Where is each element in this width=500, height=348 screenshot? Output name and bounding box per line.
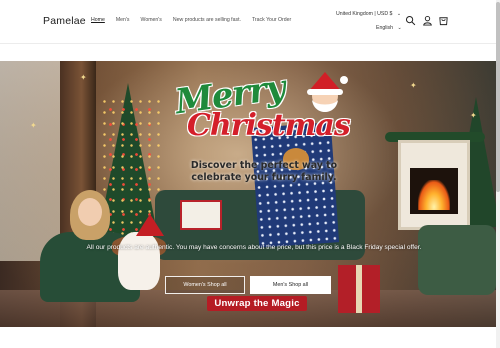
- site-header: Pamelae Home Men's Women's New products …: [0, 0, 496, 44]
- santa-hat: [136, 214, 164, 236]
- hero-tagline: Discover the perfect way to celebrate yo…: [190, 160, 338, 183]
- nav-mens[interactable]: Men's: [116, 17, 130, 23]
- hero-headline-christmas: Christmas: [187, 108, 351, 143]
- nav-new-products[interactable]: New products are selling fast.: [173, 17, 241, 23]
- country-currency-label: United Kingdom | USD $: [336, 11, 393, 17]
- site-logo[interactable]: Pamelae: [43, 15, 86, 27]
- mens-shop-all-button[interactable]: Men's Shop all: [250, 276, 331, 294]
- hero-notice: All our products are authentic. You may …: [86, 244, 422, 251]
- language-selector[interactable]: English ⌄: [376, 25, 402, 31]
- scrollbar-thumb[interactable]: [496, 2, 500, 192]
- nav-home[interactable]: Home: [91, 17, 105, 23]
- armchair: [418, 225, 496, 295]
- star-ornament-icon: ✦: [470, 111, 477, 120]
- nav-womens[interactable]: Women's: [141, 17, 162, 23]
- star-ornament-icon: ✦: [80, 73, 87, 82]
- chevron-down-icon: ⌄: [397, 25, 402, 31]
- nav-track-order[interactable]: Track Your Order: [252, 17, 291, 23]
- star-ornament-icon: ✦: [410, 81, 417, 90]
- page-scrollbar[interactable]: [496, 0, 500, 348]
- womens-shop-all-button[interactable]: Women's Shop all: [165, 276, 245, 294]
- language-label: English: [376, 25, 394, 31]
- woman-face: [78, 198, 102, 226]
- star-ornament-icon: ✦: [30, 121, 37, 130]
- search-icon[interactable]: [405, 15, 416, 26]
- main-nav: Home Men's Women's New products are sell…: [91, 17, 302, 23]
- chevron-down-icon: ⌄: [396, 11, 402, 17]
- country-selector[interactable]: United Kingdom | USD $ ⌄: [336, 11, 401, 17]
- gift-box: [338, 265, 380, 313]
- beagle-dog: [118, 232, 160, 290]
- fire-flames: [418, 180, 450, 210]
- unwrap-magic-banner: Unwrap the Magic: [207, 296, 307, 311]
- account-icon[interactable]: [422, 15, 433, 26]
- pillow: [180, 200, 222, 230]
- cart-icon[interactable]: [438, 15, 449, 26]
